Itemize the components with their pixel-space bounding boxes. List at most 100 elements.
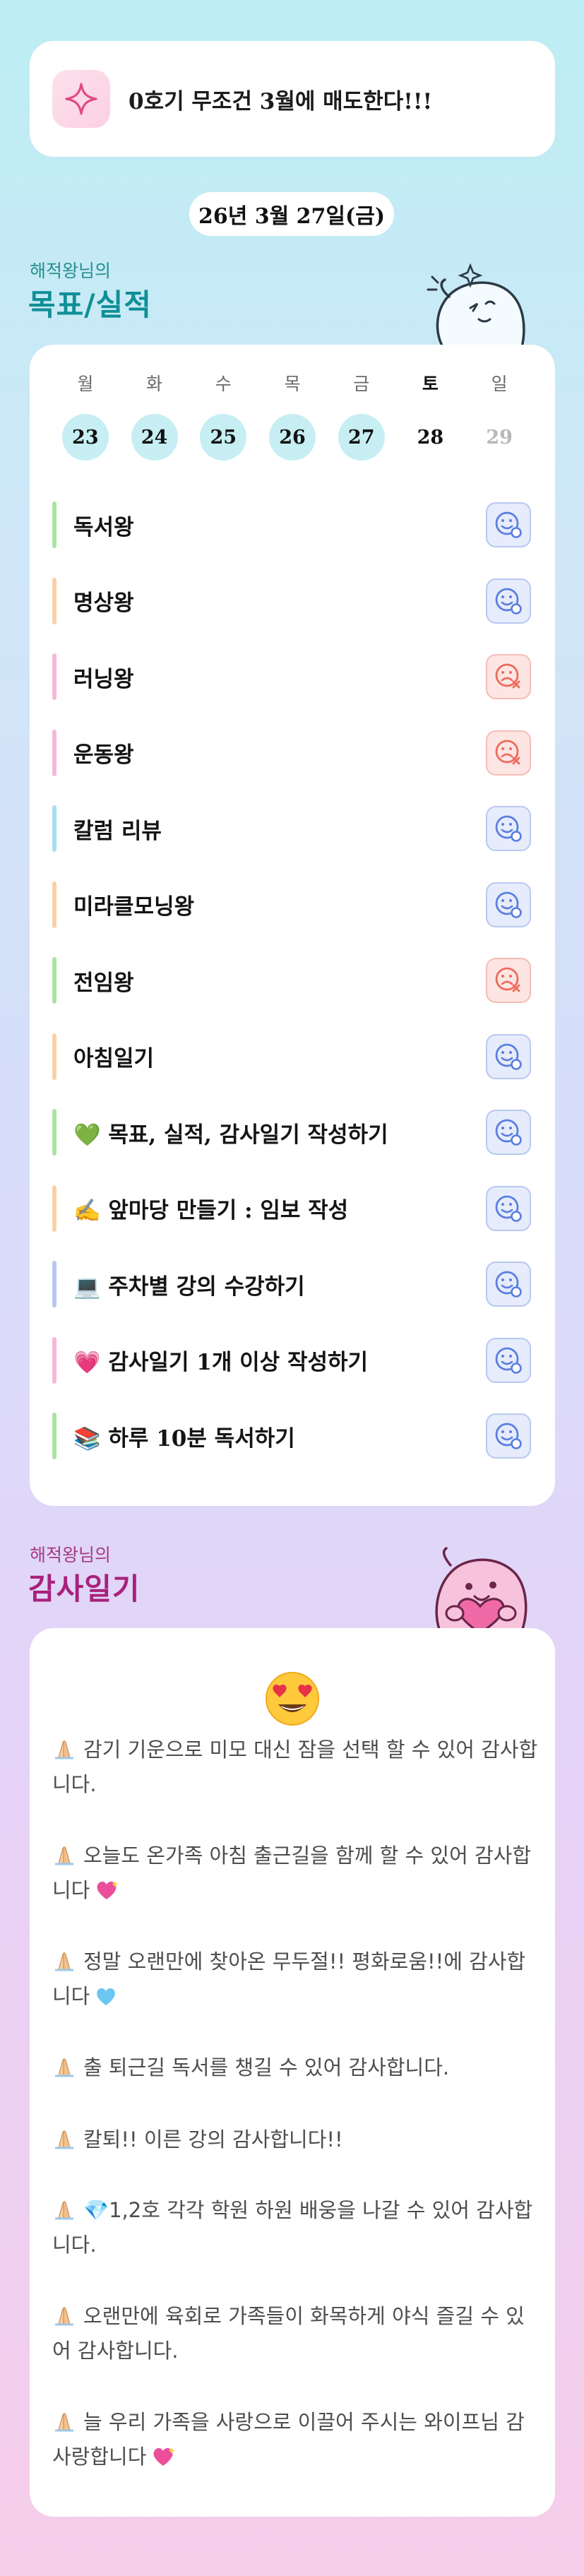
goal-row[interactable]: ✍️ 앞마당 만들기 : 임보 작성 [52, 1185, 531, 1232]
goal-row[interactable]: 💻 주차별 강의 수강하기 [52, 1261, 531, 1307]
date-27[interactable]: 27 [338, 414, 385, 461]
goal-row[interactable]: 💚 목표, 실적, 감사일기 작성하기 [52, 1109, 531, 1156]
gratitude-item: 오랜만에 육회로 가족들이 화목하게 야식 즐길 수 있어 감사합니다. [52, 2299, 538, 2368]
goal-color-bar [52, 1033, 56, 1080]
weekday-mon: 월 [77, 374, 94, 394]
goal-done-smile-icon[interactable] [486, 1033, 531, 1079]
gratitude-item: 감기 기운으로 미모 대신 잠을 선택 할 수 있어 감사합니다. [52, 1733, 538, 1802]
gratitude-item: 정말 오랜만에 찾아온 무두절!! 평화로움!!에 감사합니다 [52, 1945, 538, 2014]
goals-title: 목표/실적 [28, 287, 152, 322]
goal-color-bar [52, 1185, 56, 1232]
date-26[interactable]: 26 [268, 414, 316, 461]
praying-hands-icon [55, 2058, 73, 2077]
gratitude-text: 오랜만에 육회로 가족들이 화목하게 야식 즐길 수 있어 감사합니다. [52, 2304, 525, 2363]
date-28[interactable]: 28 [407, 414, 453, 461]
goal-missed-sad-icon[interactable] [486, 654, 531, 699]
goal-label: 전임왕 [73, 970, 134, 996]
goal-row[interactable]: 💗 감사일기 1개 이상 작성하기 [52, 1336, 531, 1384]
ghost-mascot-icon [427, 263, 525, 350]
banner-text: 0호기 무조건 3월에 매도한다!!! [129, 88, 433, 114]
gratitude-text: 칼퇴!! 이른 강의 감사합니다!! [83, 2127, 343, 2151]
goal-done-smile-icon[interactable] [486, 502, 531, 547]
goal-done-smile-icon[interactable] [486, 1262, 531, 1307]
gratitude-card: 감기 기운으로 미모 대신 잠을 선택 할 수 있어 감사합니다. 오늘도 온가족… [30, 1628, 555, 2517]
goal-label: 💻 주차별 강의 수강하기 [73, 1274, 305, 1300]
goal-done-smile-icon[interactable] [486, 1185, 531, 1231]
goal-row[interactable]: 운동왕 [52, 729, 531, 776]
goal-label: 미라클모닝왕 [73, 894, 195, 920]
goal-done-smile-icon[interactable] [486, 1110, 531, 1155]
gratitude-text: 늘 우리 가족을 사랑으로 이끌어 주시는 와이프님 감사랑합니다 [52, 2410, 525, 2469]
goal-color-bar [52, 1109, 56, 1156]
goal-color-bar [52, 1261, 56, 1307]
gratitude-text: 정말 오랜만에 찾아온 무두절!! 평화로움!!에 감사합니다 [52, 1949, 526, 2008]
goal-done-smile-icon[interactable] [486, 882, 531, 927]
weekday-thu: 목 [284, 374, 301, 394]
goal-row[interactable]: 📚 하루 10분 독서하기 [52, 1413, 531, 1459]
praying-hands-icon [55, 1846, 73, 1865]
goal-color-bar [52, 881, 56, 928]
goal-row[interactable]: 러닝왕 [52, 653, 531, 700]
praying-hands-icon [55, 2201, 73, 2220]
goal-done-smile-icon[interactable] [486, 806, 531, 851]
goal-row[interactable]: 독서왕 [52, 501, 531, 548]
goal-color-bar [52, 1413, 56, 1459]
weekday-sun: 일 [491, 374, 508, 394]
sparkling-heart-icon [153, 2447, 175, 2466]
sparkling-heart-icon [97, 1881, 119, 1899]
gratitude-text: 💎1,2호 각각 학원 하원 배웅을 나갈 수 있어 감사합니다. [52, 2198, 533, 2257]
goals-card: 월 화 수 목 금 토 일 23 24 25 26 27 28 29 독서왕명상… [30, 345, 555, 1506]
weekday-tue: 화 [146, 374, 163, 394]
weekday-fri: 금 [353, 374, 370, 394]
goal-color-bar [52, 957, 56, 1004]
goal-row[interactable]: 아침일기 [52, 1033, 531, 1080]
praying-hands-icon [55, 2413, 73, 2432]
date-29[interactable]: 29 [476, 414, 523, 461]
gratitude-title: 감사일기 [28, 1572, 141, 1606]
gratitude-item: 출 퇴근길 독서를 챙길 수 있어 감사합니다. [52, 2050, 538, 2085]
date-25[interactable]: 25 [200, 414, 247, 461]
goal-done-smile-icon[interactable] [486, 1413, 531, 1459]
goal-label: 💗 감사일기 1개 이상 작성하기 [73, 1350, 369, 1375]
goal-label: 💚 목표, 실적, 감사일기 작성하기 [73, 1122, 388, 1148]
goal-label: 칼럼 리뷰 [73, 818, 162, 844]
goal-done-smile-icon[interactable] [486, 578, 531, 624]
goal-color-bar [52, 805, 56, 852]
goal-missed-sad-icon[interactable] [486, 730, 531, 776]
goal-color-bar [52, 1336, 56, 1384]
heart-mascot-icon [435, 1547, 528, 1633]
goal-label: 운동왕 [73, 742, 134, 768]
praying-hands-icon [55, 2130, 73, 2149]
goal-color-bar [52, 729, 56, 776]
gratitude-text: 감기 기운으로 미모 대신 잠을 선택 할 수 있어 감사합니다. [52, 1738, 538, 1796]
weekday-wed: 수 [215, 374, 232, 394]
gratitude-item: 💎1,2호 각각 학원 하원 배웅을 나갈 수 있어 감사합니다. [52, 2193, 538, 2262]
goal-done-smile-icon[interactable] [486, 1337, 531, 1383]
goal-label: 아침일기 [73, 1046, 155, 1072]
weekday-sat: 토 [422, 374, 439, 394]
goal-missed-sad-icon[interactable] [486, 958, 531, 1003]
goal-label: 러닝왕 [73, 666, 134, 692]
date-label[interactable]: 26년 3월 27일(금) [189, 192, 394, 236]
goal-row[interactable]: 미라클모닝왕 [52, 881, 531, 928]
praying-hands-icon [55, 1952, 73, 1971]
goal-banner[interactable]: 0호기 무조건 3월에 매도한다!!! [30, 41, 555, 157]
goal-color-bar [52, 653, 56, 700]
gratitude-item: 늘 우리 가족을 사랑으로 이끌어 주시는 와이프님 감사랑합니다 [52, 2405, 538, 2474]
goal-color-bar [52, 577, 56, 624]
goal-row[interactable]: 전임왕 [52, 957, 531, 1004]
week-strip: 월 화 수 목 금 토 일 23 24 25 26 27 28 29 [51, 370, 534, 461]
goal-row[interactable]: 명상왕 [52, 577, 531, 624]
blue-heart-icon [97, 1988, 116, 2005]
gratitude-text: 출 퇴근길 독서를 챙길 수 있어 감사합니다. [83, 2055, 450, 2079]
date-23[interactable]: 23 [61, 414, 109, 461]
goals-subtitle: 해적왕님의 [30, 261, 112, 281]
sparkle-icon [52, 70, 110, 128]
goal-row[interactable]: 칼럼 리뷰 [52, 805, 531, 852]
gratitude-item: 오늘도 온가족 아침 출근길을 함께 할 수 있어 감사합니다 [52, 1839, 538, 1908]
goal-label: 명상왕 [73, 590, 134, 616]
date-24[interactable]: 24 [131, 414, 178, 461]
goal-label: 독서왕 [73, 514, 134, 540]
goal-color-bar [52, 501, 56, 548]
gratitude-item: 칼퇴!! 이른 강의 감사합니다!! [52, 2123, 538, 2157]
